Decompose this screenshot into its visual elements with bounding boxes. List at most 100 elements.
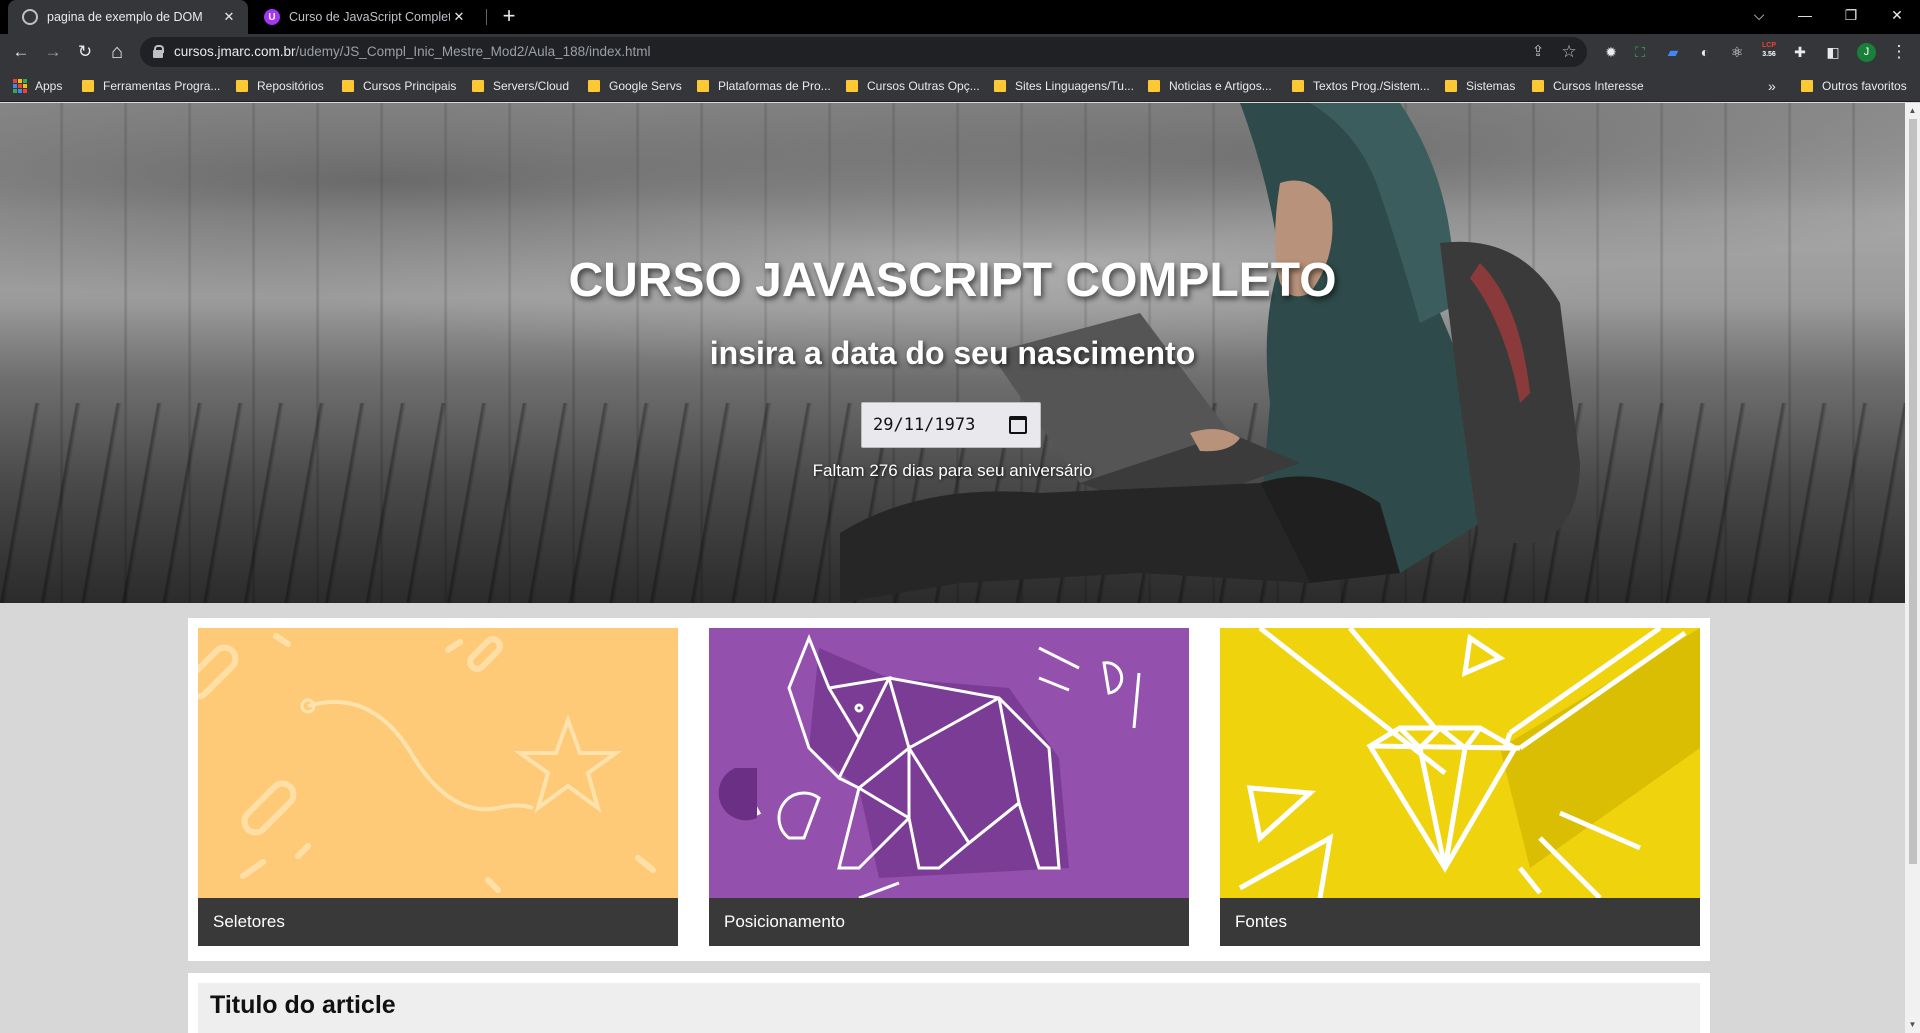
- bookmark-label: Cursos Interesse: [1553, 79, 1644, 93]
- minimize-button[interactable]: —: [1782, 0, 1828, 30]
- bookmark-label: Textos Prog./Sistem...: [1313, 79, 1430, 93]
- card-posicionamento[interactable]: Posicionamento: [709, 628, 1189, 946]
- apps-grid-icon: [13, 79, 27, 93]
- article-section: Titulo do article: [188, 973, 1710, 1033]
- screenshot-extension-icon[interactable]: ⛶: [1630, 42, 1650, 62]
- bookmark-label: Cursos Outras Opç...: [867, 79, 980, 93]
- origami-elephant-illustration: [718, 633, 1141, 898]
- extensions-puzzle-icon[interactable]: ✚: [1790, 42, 1810, 62]
- folder-icon: [994, 80, 1006, 92]
- card-seletores[interactable]: Seletores: [198, 628, 678, 946]
- hero-banner: CURSO JAVASCRIPT COMPLETO insira a data …: [0, 103, 1905, 603]
- card-fontes[interactable]: Fontes: [1220, 628, 1700, 946]
- reload-button[interactable]: ↻: [73, 40, 97, 64]
- folder-icon: [846, 80, 858, 92]
- bookmark-label: Sistemas: [1466, 79, 1516, 93]
- close-icon[interactable]: ✕: [450, 9, 468, 25]
- birthdate-value: 29/11/1973: [873, 415, 976, 435]
- bookmarks-overflow-button[interactable]: »: [1768, 77, 1776, 95]
- page-viewport: CURSO JAVASCRIPT COMPLETO insira a data …: [0, 103, 1905, 1033]
- bookmark-folder[interactable]: Google Servs: [588, 77, 682, 95]
- birthdate-input[interactable]: 29/11/1973: [861, 402, 1041, 448]
- folder-icon: [82, 80, 94, 92]
- scrollbar-thumb[interactable]: [1909, 119, 1917, 864]
- scroll-up-arrow-icon[interactable]: ▲: [1908, 106, 1917, 115]
- folder-icon: [1292, 80, 1304, 92]
- calendar-icon[interactable]: [1009, 416, 1027, 434]
- bookmark-folder[interactable]: Cursos Outras Opç...: [846, 77, 980, 95]
- back-button[interactable]: ←: [9, 40, 33, 64]
- bookmark-star-icon[interactable]: ☆: [1559, 42, 1579, 62]
- close-icon[interactable]: ✕: [220, 9, 238, 25]
- share-icon[interactable]: ⇪: [1528, 42, 1548, 62]
- folder-icon: [1801, 80, 1813, 92]
- url-text[interactable]: cursos.jmarc.com.br/udemy/JS_Compl_Inic_…: [174, 44, 650, 59]
- profile-avatar[interactable]: J: [1857, 43, 1876, 62]
- home-button[interactable]: ⌂: [105, 40, 129, 64]
- page-scrollbar[interactable]: ▲ ▼: [1905, 103, 1920, 1033]
- browser-toolbar: ← → ↻ ⌂ cursos.jmarc.com.br/udemy/JS_Com…: [0, 34, 1920, 70]
- article-header: Titulo do article: [198, 983, 1700, 1033]
- bookmark-folder[interactable]: Cursos Principais: [342, 77, 456, 95]
- tab-search-button[interactable]: ⌵: [1736, 0, 1782, 30]
- folder-icon: [697, 80, 709, 92]
- bookmark-folder[interactable]: Sites Linguagens/Tu...: [994, 77, 1134, 95]
- card-label: Seletores: [198, 898, 678, 946]
- article-title: Titulo do article: [210, 991, 396, 1019]
- tab-title: Curso de JavaScript Completo do: [289, 10, 450, 24]
- new-tab-button[interactable]: +: [498, 4, 520, 28]
- bookmark-folder[interactable]: Noticias e Artigos...: [1148, 77, 1272, 95]
- bookmark-label: Ferramentas Progra...: [103, 79, 221, 93]
- bookmark-label: Apps: [35, 79, 63, 93]
- lighthouse-badge-icon[interactable]: LCP 3.56: [1758, 41, 1780, 63]
- bookmark-label: Cursos Principais: [363, 79, 457, 93]
- bookmark-folder[interactable]: Repositórios: [236, 77, 324, 95]
- restore-button[interactable]: ❐: [1828, 0, 1874, 30]
- card-label: Posicionamento: [709, 898, 1189, 946]
- folder-icon: [1532, 80, 1544, 92]
- bookmark-apps[interactable]: Apps: [13, 77, 62, 95]
- folder-icon: [342, 80, 354, 92]
- folder-icon: [236, 80, 248, 92]
- bookmarks-bar: Apps Ferramentas Progra... Repositórios …: [0, 70, 1920, 102]
- close-window-button[interactable]: ✕: [1874, 0, 1920, 30]
- bookmark-label: Repositórios: [257, 79, 324, 93]
- bookmark-label: Noticias e Artigos...: [1169, 79, 1272, 93]
- birthday-countdown: Faltam 276 dias para seu aniversário: [812, 461, 1093, 480]
- tab-strip: pagina de exemplo de DOM ✕ U Curso de Ja…: [0, 0, 1920, 34]
- bookmark-label: Sites Linguagens/Tu...: [1015, 79, 1134, 93]
- card-label: Fontes: [1220, 898, 1700, 946]
- tab-separator: [486, 9, 487, 25]
- star-path-illustration: [198, 633, 656, 893]
- page-title: CURSO JAVASCRIPT COMPLETO: [568, 254, 1337, 307]
- card-image: [709, 628, 1189, 898]
- dark-mode-extension-icon[interactable]: ◐: [1695, 42, 1715, 62]
- lock-icon[interactable]: [153, 45, 164, 58]
- bookmark-folder[interactable]: Ferramentas Progra...: [82, 77, 220, 95]
- birthdate-prompt: insira a data do seu nascimento: [709, 335, 1196, 371]
- address-bar[interactable]: cursos.jmarc.com.br/udemy/JS_Compl_Inic_…: [140, 37, 1587, 67]
- settings-extension-icon[interactable]: ✹: [1601, 42, 1621, 62]
- forward-button[interactable]: →: [41, 40, 65, 64]
- diamond-pencil-illustration: [1238, 628, 1700, 898]
- bookmark-folder[interactable]: Servers/Cloud: [472, 77, 569, 95]
- bookmark-folder[interactable]: Plataformas de Pro...: [697, 77, 831, 95]
- folder-icon: [588, 80, 600, 92]
- side-panel-icon[interactable]: ◧: [1823, 42, 1843, 62]
- bookmark-folder[interactable]: Sistemas: [1445, 77, 1515, 95]
- card-image: [1220, 628, 1700, 898]
- blue-extension-icon[interactable]: ▰: [1663, 42, 1683, 62]
- react-extension-icon[interactable]: ⚛: [1727, 42, 1747, 62]
- bookmark-folder[interactable]: Cursos Interesse: [1532, 77, 1644, 95]
- tab-title: pagina de exemplo de DOM: [47, 10, 203, 24]
- bookmark-label: Servers/Cloud: [493, 79, 570, 93]
- browser-menu-icon[interactable]: ⋮: [1889, 42, 1909, 62]
- tab-dom-example[interactable]: pagina de exemplo de DOM ✕: [8, 0, 248, 34]
- folder-icon: [1445, 80, 1457, 92]
- bookmark-folder[interactable]: Textos Prog./Sistem...: [1292, 77, 1430, 95]
- other-bookmarks[interactable]: Outros favoritos: [1801, 77, 1907, 95]
- bookmark-label: Plataformas de Pro...: [718, 79, 831, 93]
- scroll-down-arrow-icon[interactable]: ▼: [1908, 1020, 1917, 1029]
- tab-javascript-course[interactable]: U Curso de JavaScript Completo do ✕: [250, 0, 478, 34]
- folder-icon: [1148, 80, 1160, 92]
